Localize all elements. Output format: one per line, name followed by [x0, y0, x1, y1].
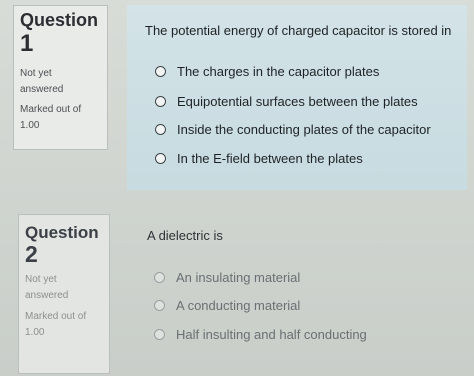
radio-button[interactable] [155, 153, 166, 164]
radio-button[interactable] [155, 96, 166, 107]
answer-label: In the E-field between the plates [177, 151, 363, 166]
question-status: Not yet answered [20, 68, 64, 95]
answer-option[interactable]: In the E-field between the plates [155, 151, 363, 166]
answer-option[interactable]: Inside the conducting plates of the capa… [155, 122, 431, 137]
radio-button[interactable] [155, 124, 166, 135]
radio-button[interactable] [155, 66, 166, 77]
answer-option[interactable]: Half insulting and half conducting [154, 327, 367, 342]
answer-option[interactable]: A conducting material [154, 298, 300, 313]
question-label: Question [25, 223, 99, 242]
quiz-page: Question 1 Not yet answered Marked out o… [0, 0, 474, 376]
answer-option[interactable]: Equipotential surfaces between the plate… [155, 94, 418, 109]
radio-button[interactable] [154, 329, 165, 340]
question-prompt: The potential energy of charged capacito… [145, 23, 452, 38]
question-status: Not yet answered [25, 274, 69, 301]
answer-label: An insulating material [176, 270, 301, 285]
answer-option[interactable]: The charges in the capacitor plates [155, 64, 379, 79]
question-2-content: A dielectric is An insulating material A… [132, 214, 474, 374]
question-1-info: Question 1 Not yet answered Marked out o… [13, 5, 108, 150]
answer-label: A conducting material [176, 298, 301, 313]
answer-option[interactable]: An insulating material [154, 270, 300, 285]
question-number: 2 [25, 241, 38, 267]
question-prompt: A dielectric is [147, 228, 223, 243]
question-number: 1 [20, 30, 34, 57]
radio-button[interactable] [154, 300, 165, 311]
question-2-info: Question 2 Not yet answered Marked out o… [18, 214, 110, 374]
radio-button[interactable] [154, 272, 165, 283]
question-marks: Marked out of 1.00 [25, 311, 87, 338]
answer-label: Inside the conducting plates of the capa… [177, 122, 431, 137]
answer-label: Equipotential surfaces between the plate… [177, 94, 418, 109]
question-label: Question [20, 10, 99, 30]
question-1-content: The potential energy of charged capacito… [127, 5, 467, 190]
question-marks: Marked out of 1.00 [20, 104, 82, 131]
answer-label: Half insulting and half conducting [176, 327, 367, 342]
answer-label: The charges in the capacitor plates [177, 64, 380, 79]
